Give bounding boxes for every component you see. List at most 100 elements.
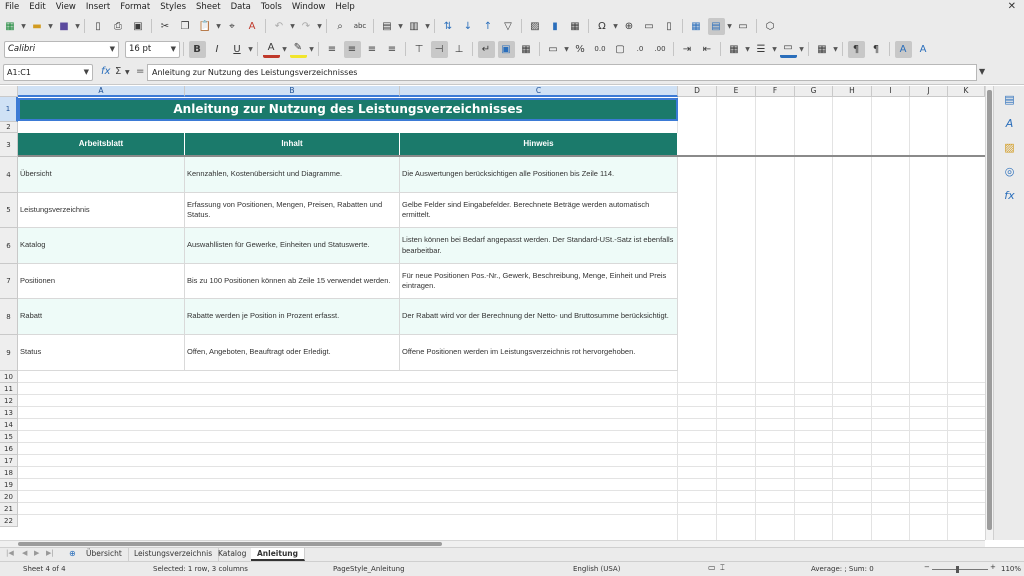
row-header-10[interactable]: 10 <box>0 371 18 383</box>
sheet-tab-katalog[interactable]: Katalog <box>212 548 254 561</box>
name-box[interactable]: A1:C1 ▼ <box>3 64 93 81</box>
insert-mode-icon[interactable]: ▭ <box>708 563 716 572</box>
define-print-area-icon[interactable]: ▦ <box>688 18 705 35</box>
menu-window[interactable]: Window <box>287 2 331 12</box>
header-cell-inhalt[interactable]: Inhalt <box>185 133 400 155</box>
print-icon[interactable]: ⎙ <box>110 18 127 35</box>
chevron-down-icon[interactable]: ▼ <box>424 23 431 30</box>
sheet-tab-leistungsverzeichnis[interactable]: Leistungsverzeichnis <box>128 548 220 561</box>
table-cell[interactable]: Rabatt <box>18 299 185 335</box>
highlight-color-icon[interactable]: ✎ <box>289 41 307 58</box>
text-direction-rtl-icon[interactable]: ¶ <box>868 41 885 58</box>
table-cell[interactable]: Übersicht <box>18 157 185 193</box>
vertical-scrollbar-thumb[interactable] <box>987 90 992 530</box>
formula-equals-icon[interactable]: = <box>136 66 144 77</box>
align-middle-icon[interactable]: ⊣ <box>430 40 448 58</box>
new-document-icon[interactable]: ▦ <box>2 18 19 35</box>
border-style-icon[interactable]: ☰ <box>753 41 770 58</box>
chevron-down-icon[interactable]: ▼ <box>281 46 288 53</box>
borders-icon[interactable]: ▦ <box>726 41 743 58</box>
menu-styles[interactable]: Styles <box>155 2 191 12</box>
table-cell[interactable]: Offen, Angeboten, Beauftragt oder Erledi… <box>185 335 400 371</box>
row-header-4[interactable]: 4 <box>0 157 18 193</box>
zoom-slider-handle[interactable] <box>956 566 959 573</box>
row-header-20[interactable]: 20 <box>0 491 18 503</box>
sort-descending-icon[interactable]: ↑ <box>480 18 497 35</box>
table-cell[interactable]: Der Rabatt wird vor der Berechnung der N… <box>400 299 678 335</box>
row-header-17[interactable]: 17 <box>0 455 18 467</box>
chevron-down-icon[interactable]: ▼ <box>171 45 176 53</box>
table-cell[interactable]: Erfassung von Positionen, Mengen, Preise… <box>185 193 400 228</box>
sum-status[interactable]: Average: ; Sum: 0 <box>811 565 874 573</box>
sum-icon[interactable]: Σ <box>115 66 121 77</box>
merge-center-icon[interactable]: ▣ <box>497 40 515 58</box>
comment-icon[interactable]: ▭ <box>641 18 658 35</box>
column-header-c[interactable]: C <box>400 86 678 97</box>
chevron-down-icon[interactable]: ▼ <box>612 23 619 30</box>
show-draw-functions-icon[interactable]: ⬡ <box>762 18 779 35</box>
text-direction-ltr-icon[interactable]: ¶ <box>847 40 865 58</box>
table-cell[interactable]: Offene Positionen werden im Leistungsver… <box>400 335 678 371</box>
chevron-down-icon[interactable]: ▼ <box>771 46 778 53</box>
column-header-j[interactable]: J <box>910 86 948 97</box>
column-header-d[interactable]: D <box>678 86 717 97</box>
table-cell[interactable]: Katalog <box>18 228 185 264</box>
special-character-icon[interactable]: Ω <box>594 18 611 35</box>
table-cell[interactable]: Auswahllisten für Gewerke, Einheiten und… <box>185 228 400 264</box>
freeze-rows-columns-icon[interactable]: ▤ <box>707 17 725 35</box>
column-header-k[interactable]: K <box>948 86 985 97</box>
sheet-tab-anleitung[interactable]: Anleitung <box>251 548 306 561</box>
column-header-h[interactable]: H <box>833 86 872 97</box>
print-preview-icon[interactable]: ▣ <box>130 18 147 35</box>
sheet-tab-uebersicht[interactable]: Übersicht <box>80 548 129 561</box>
align-bottom-icon[interactable]: ⊥ <box>451 41 468 58</box>
row-header-13[interactable]: 13 <box>0 407 18 419</box>
text-orientation-horizontal-icon[interactable]: A <box>894 40 912 58</box>
clone-formatting-icon[interactable]: ⌖ <box>224 18 241 35</box>
table-cell[interactable]: Für neue Positionen Pos.-Nr., Gewerk, Be… <box>400 264 678 299</box>
insert-image-icon[interactable]: ▨ <box>527 18 544 35</box>
column-header-e[interactable]: E <box>717 86 756 97</box>
row-header-22[interactable]: 22 <box>0 515 18 527</box>
zoom-in-icon[interactable]: + <box>990 563 996 571</box>
align-left-icon[interactable]: ≡ <box>324 41 341 58</box>
properties-icon[interactable]: ▤ <box>1002 92 1017 107</box>
chevron-down-icon[interactable]: ▼ <box>247 46 254 53</box>
chevron-down-icon[interactable]: ▼ <box>316 23 323 30</box>
row-header-3[interactable]: 3 <box>0 133 18 157</box>
previous-sheet-icon[interactable]: ◀ <box>22 549 27 557</box>
table-cell[interactable]: Bis zu 100 Positionen können ab Zeile 15… <box>185 264 400 299</box>
select-all-corner[interactable] <box>0 86 18 97</box>
menu-view[interactable]: View <box>51 2 81 12</box>
conditional-format-icon[interactable]: ▦ <box>814 41 831 58</box>
row-header-8[interactable]: 8 <box>0 299 18 335</box>
row-header-5[interactable]: 5 <box>0 193 18 228</box>
paste-icon[interactable]: 📋 <box>197 18 214 35</box>
format-as-date-icon[interactable]: ▢ <box>612 41 629 58</box>
split-window-icon[interactable]: ▭ <box>735 18 752 35</box>
chevron-down-icon[interactable]: ▼ <box>798 46 805 53</box>
add-sheet-icon[interactable]: ⊕ <box>69 549 76 558</box>
chevron-down-icon[interactable]: ▼ <box>215 23 222 30</box>
sort-ascending-icon[interactable]: ↓ <box>460 18 477 35</box>
functions-icon[interactable]: fx <box>1002 188 1017 203</box>
column-header-f[interactable]: F <box>756 86 795 97</box>
row-header-16[interactable]: 16 <box>0 443 18 455</box>
row-icon[interactable]: ▤ <box>379 18 396 35</box>
chevron-down-icon[interactable]: ▼ <box>74 23 81 30</box>
pivot-table-icon[interactable]: ▦ <box>567 18 584 35</box>
page-style[interactable]: PageStyle_Anleitung <box>333 565 405 573</box>
expand-formula-bar-icon[interactable]: ▼ <box>979 67 985 76</box>
selection-mode-icon[interactable]: ⌶ <box>720 563 725 573</box>
table-cell[interactable]: Rabatte werden je Position in Prozent er… <box>185 299 400 335</box>
zoom-slider[interactable] <box>932 569 988 570</box>
last-sheet-icon[interactable]: ▶| <box>46 549 54 557</box>
delete-decimal-icon[interactable]: .00 <box>652 41 669 58</box>
menu-data[interactable]: Data <box>226 2 256 12</box>
navigator-icon[interactable]: ◎ <box>1002 164 1017 179</box>
row-header-18[interactable]: 18 <box>0 467 18 479</box>
underline-icon[interactable]: U <box>229 41 246 58</box>
table-cell[interactable]: Status <box>18 335 185 371</box>
undo-icon[interactable]: ↶ <box>271 18 288 35</box>
headers-footers-icon[interactable]: ▯ <box>661 18 678 35</box>
